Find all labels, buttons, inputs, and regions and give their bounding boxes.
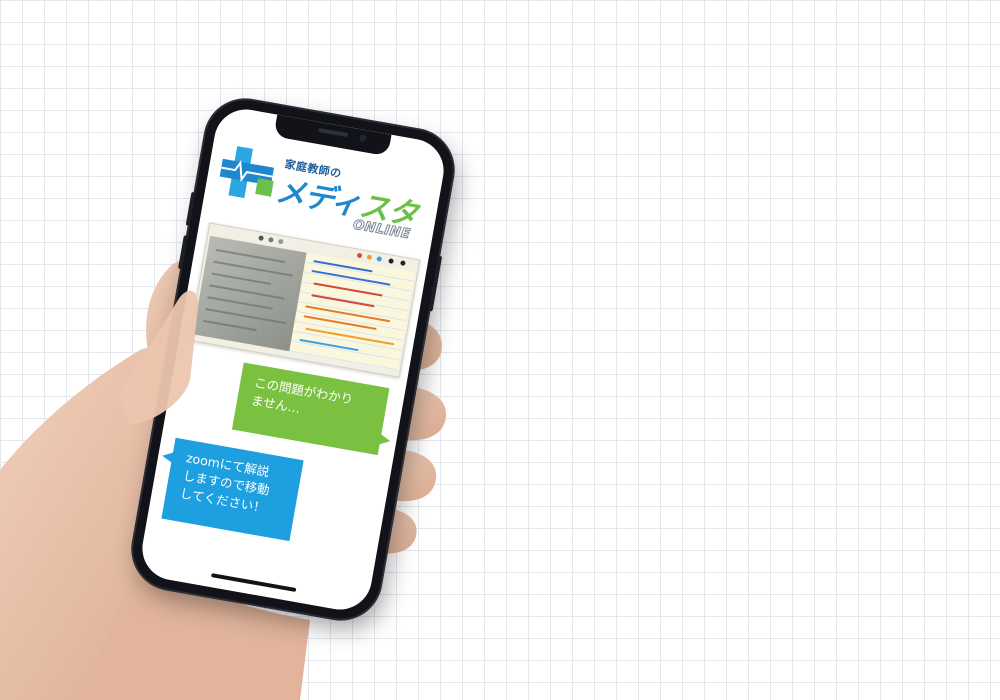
pen-tool-icon	[277, 238, 284, 245]
color-swatch-icon	[388, 258, 394, 264]
photo-scene: 家庭教師の メディスタ ONLINE この問題がわかり ません… zoomにて解…	[0, 0, 1000, 700]
notebook-app-screenshot	[188, 222, 421, 378]
home-indicator[interactable]	[210, 573, 297, 592]
pen-tool-icon	[258, 235, 264, 242]
logo-wordmark-blue: メディ	[272, 173, 363, 223]
logo-wordmark: メディスタ	[273, 166, 421, 234]
student-message-text: この問題がわかり ません…	[250, 374, 355, 416]
textbook-photo	[192, 235, 307, 352]
color-swatch-icon	[366, 254, 373, 261]
tutor-message-bubble: zoomにて解説 しますので移動 してください！	[161, 437, 304, 542]
student-message-bubble: この問題がわかり ません…	[231, 362, 390, 456]
front-camera-icon	[358, 134, 368, 143]
heartbeat-icon	[221, 160, 277, 183]
tutor-message-text: zoomにて解説 しますので移動 してください！	[178, 450, 271, 516]
color-swatch-icon	[356, 252, 363, 259]
speaker-grille	[317, 127, 349, 138]
color-swatch-icon	[376, 256, 383, 262]
hand	[0, 259, 446, 700]
color-swatch-icon	[400, 260, 406, 267]
handwritten-notes	[289, 252, 416, 371]
pen-tool-icon	[268, 236, 274, 243]
